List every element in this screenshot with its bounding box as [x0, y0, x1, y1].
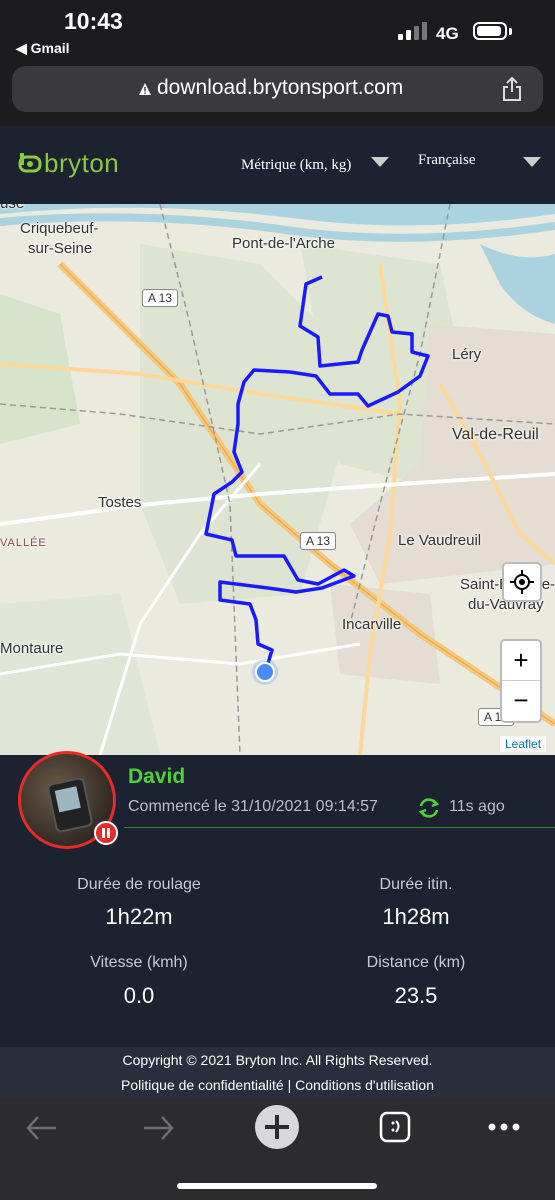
distance-label: Distance (km)	[366, 954, 466, 971]
cycling-computer-image	[46, 776, 94, 834]
map-label: Pont-de-l'Arche	[232, 235, 335, 252]
map-label: Incarville	[342, 616, 402, 633]
last-sync-time: 11s ago	[449, 798, 505, 815]
footer-links: Politique de confidentialité | Condition…	[0, 1077, 555, 1093]
new-tab-plus-icon[interactable]	[254, 1104, 300, 1150]
units-dropdown[interactable]: Métrique (km, kg)	[241, 157, 351, 174]
trip-time-value: 1h28m	[382, 904, 450, 929]
status-time: 10:43	[64, 8, 123, 34]
back-arrow-icon[interactable]	[24, 1113, 60, 1143]
map-label: Criquebeuf-	[20, 220, 99, 237]
road-shield: A 13	[142, 289, 179, 307]
network-type: 4G	[436, 24, 459, 43]
copyright-text: Copyright © 2021 Bryton Inc. All Rights …	[122, 1052, 433, 1068]
map-label: use	[0, 204, 24, 212]
ride-start-time: Commencé le 31/10/2021 09:14:57	[128, 798, 378, 815]
bryton-logo-icon	[18, 153, 42, 173]
current-position-marker	[255, 662, 275, 682]
zoom-control: + −	[500, 639, 542, 723]
forward-arrow-icon[interactable]	[140, 1113, 176, 1143]
crosshair-icon	[510, 570, 534, 594]
signal-icon	[398, 22, 428, 40]
terms-link[interactable]: Conditions d'utilisation	[295, 1077, 434, 1093]
zoom-in-button[interactable]: +	[502, 641, 540, 681]
more-options-icon[interactable]	[486, 1120, 522, 1134]
home-indicator	[177, 1183, 377, 1189]
footer-separator: |	[287, 1077, 292, 1093]
units-caret-down-icon[interactable]	[370, 155, 390, 169]
road-shield: A 13	[300, 532, 337, 550]
tabs-icon[interactable]	[378, 1110, 412, 1144]
riding-time-label: Durée de roulage	[77, 876, 201, 893]
map-label: Tostes	[98, 494, 142, 511]
pause-icon	[94, 821, 118, 845]
back-to-app-link[interactable]: ◀ Gmail	[16, 40, 70, 57]
bryton-logo-text: bryton	[44, 148, 120, 178]
map-label: Montaure	[0, 640, 64, 657]
riding-time-value: 1h22m	[105, 904, 173, 929]
map-label: Val-de-Reuil	[452, 426, 539, 443]
rider-name: David	[128, 765, 186, 788]
sync-icon[interactable]	[417, 796, 441, 820]
battery-icon	[473, 22, 507, 40]
zoom-out-button[interactable]: −	[502, 681, 540, 720]
language-caret-down-icon[interactable]	[522, 155, 542, 169]
locate-button[interactable]	[502, 562, 542, 602]
leaflet-attribution-link[interactable]: Leaflet	[500, 736, 547, 752]
map-label: Le Vaudreuil	[398, 532, 482, 549]
map-label: Léry	[452, 346, 482, 363]
url-text[interactable]: download.brytonsport.com	[157, 76, 403, 100]
share-icon[interactable]	[500, 76, 524, 102]
warning-triangle-icon	[139, 83, 151, 95]
privacy-policy-link[interactable]: Politique de confidentialité	[121, 1077, 284, 1093]
speed-label: Vitesse (kmh)	[90, 954, 188, 971]
distance-value: 23.5	[394, 983, 438, 1008]
battery-tip	[509, 28, 512, 35]
language-dropdown[interactable]: Française	[418, 152, 475, 169]
map-tiles	[0, 204, 555, 755]
map-label: sur-Seine	[28, 240, 93, 257]
route-map[interactable]: use Criquebeuf- sur-Seine Pont-de-l'Arch…	[0, 204, 555, 755]
divider	[124, 827, 555, 828]
map-label: VALLÉE	[0, 537, 47, 549]
trip-time-label: Durée itin.	[379, 876, 453, 893]
speed-value: 0.0	[123, 983, 155, 1008]
